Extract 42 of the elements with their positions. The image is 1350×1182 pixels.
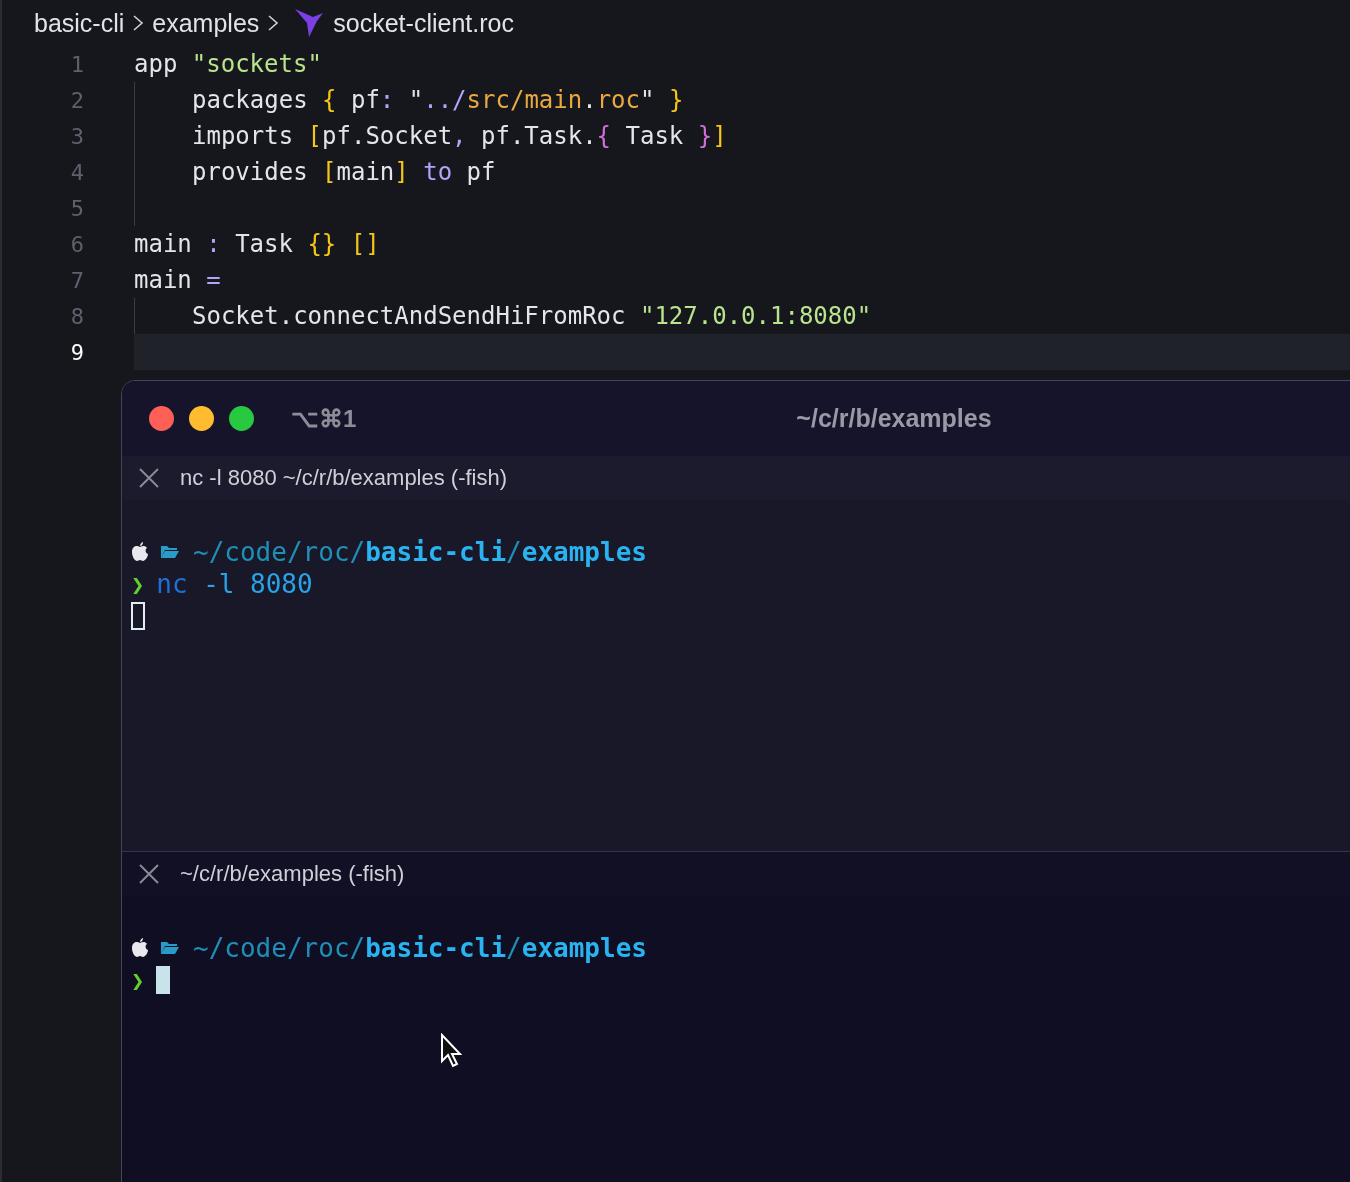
breadcrumb-item[interactable]: basic-cli [34, 8, 125, 38]
code-line: main = [134, 266, 221, 294]
close-button[interactable] [149, 406, 174, 431]
code-line: Socket.connectAndSendHiFromRoc "127.0.0.1:8080" [192, 302, 872, 330]
line-number: 9 [69, 339, 84, 365]
prompt-path: ~/code/roc/basic-cli/examples [193, 537, 647, 567]
line-number: 8 [69, 303, 84, 329]
line-number: 1 [69, 51, 84, 77]
folder-icon [161, 545, 179, 559]
window-title: ~/c/r/b/examples [796, 404, 992, 433]
prompt-symbol: ❯ [131, 967, 145, 993]
breadcrumb-item[interactable]: socket-client.roc [333, 8, 514, 38]
prompt-symbol: ❯ [131, 571, 145, 597]
breadcrumb-item[interactable]: examples [152, 8, 260, 38]
shortcut-label: ⌥⌘1 [291, 404, 357, 433]
mouse-pointer-icon [440, 1033, 464, 1069]
chevron-icon [267, 14, 280, 32]
code-line: packages { pf: "../src/main.roc" } [192, 86, 684, 114]
code-line: main : Task {} [] [134, 230, 380, 258]
prompt-path: ~/code/roc/basic-cli/examples [193, 933, 647, 963]
line-number: 4 [69, 159, 84, 185]
line-number: 3 [69, 123, 84, 149]
line-number: 2 [69, 87, 84, 113]
zoom-button[interactable] [229, 406, 254, 431]
close-icon[interactable] [138, 863, 160, 885]
apple-icon [131, 542, 149, 562]
apple-icon [131, 938, 149, 958]
line-number: 7 [69, 267, 84, 293]
line-number: 6 [69, 231, 84, 257]
code-line: provides [main] to pf [192, 158, 496, 186]
code-line: app "sockets" [134, 50, 322, 78]
pane-title: nc -l 8080 ~/c/r/b/examples (-fish) [180, 465, 508, 491]
minimize-button[interactable] [189, 406, 214, 431]
chevron-icon [132, 14, 145, 32]
close-icon[interactable] [138, 467, 160, 489]
code-line: imports [pf.Socket, pf.Task.{ Task }] [192, 122, 727, 150]
command-text: nc -l 8080 [156, 569, 313, 599]
bird-icon [293, 7, 326, 39]
indent-guide [134, 298, 135, 334]
pane-title: ~/c/r/b/examples (-fish) [180, 861, 405, 887]
folder-icon [161, 941, 179, 955]
line-number: 5 [69, 195, 84, 221]
